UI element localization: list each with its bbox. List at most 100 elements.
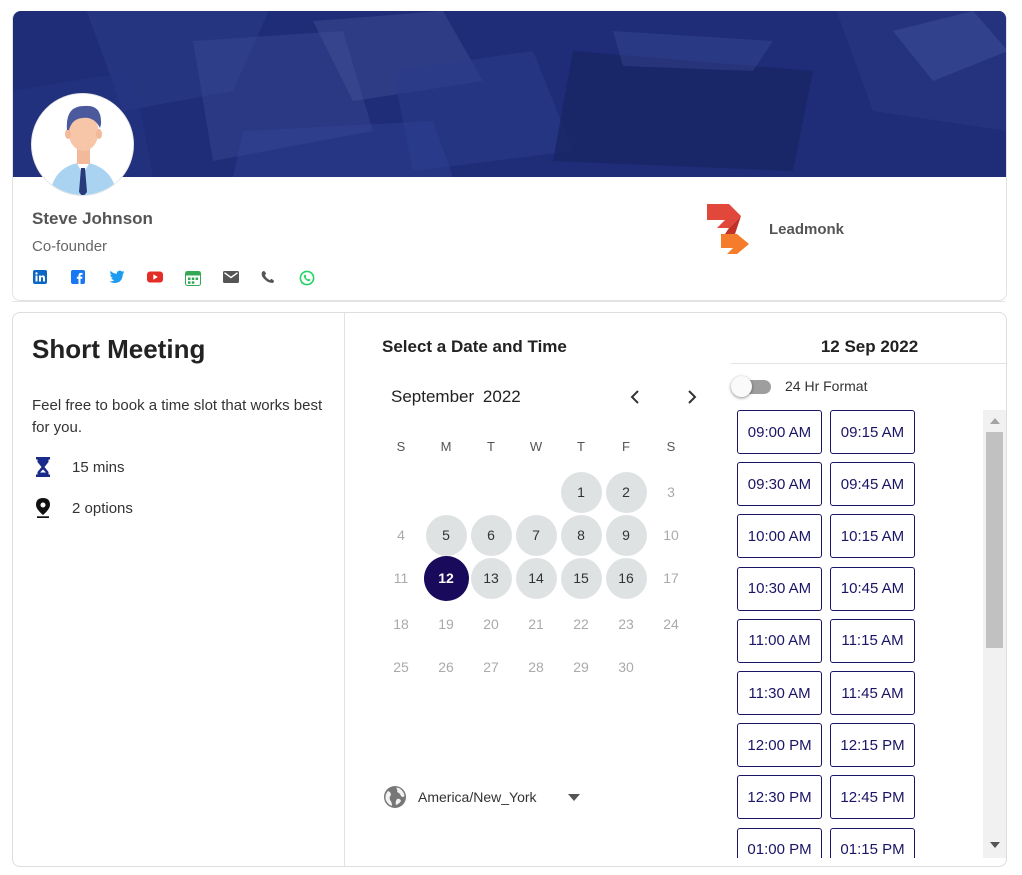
prev-month-button[interactable]: [625, 387, 645, 407]
time-slot-button[interactable]: 12:45 PM: [830, 775, 915, 820]
weekday-header: T: [487, 439, 495, 454]
time-slot-button[interactable]: 09:30 AM: [737, 462, 822, 507]
weekday-header: W: [529, 439, 543, 454]
calendar-day: 19: [438, 616, 454, 632]
company-logo: [707, 204, 749, 254]
calendar-day[interactable]: 14: [515, 557, 557, 599]
24hr-format-toggle[interactable]: [731, 375, 773, 397]
youtube-icon[interactable]: [147, 270, 185, 286]
time-slot-button[interactable]: 12:00 PM: [737, 723, 822, 768]
caret-down-icon: [567, 793, 580, 801]
selected-date-label: 12 Sep 2022: [731, 313, 1006, 364]
calendar-day[interactable]: 2: [605, 471, 647, 513]
time-slot-button[interactable]: 11:45 AM: [830, 671, 915, 715]
time-slot-button[interactable]: 12:15 PM: [830, 723, 915, 768]
location-row: 2 options: [33, 497, 133, 519]
time-slot-button[interactable]: 09:45 AM: [830, 462, 915, 507]
time-slot-list: 09:00 AM 09:15 AM 09:30 AM 09:45 AM 10:00 AM…: [737, 410, 983, 858]
calendar-day: 23: [618, 616, 634, 632]
weekday-header: S: [396, 439, 406, 454]
calendar-day[interactable]: 6: [470, 514, 512, 556]
time-slot-button[interactable]: 12:30 PM: [737, 775, 822, 820]
weekday-header: F: [622, 439, 630, 454]
twitter-icon[interactable]: [109, 270, 147, 286]
profile-name: Steve Johnson: [32, 209, 153, 228]
calendar-day[interactable]: 13: [470, 557, 512, 599]
scroll-down-icon[interactable]: [989, 840, 1001, 850]
time-slot-button[interactable]: 10:15 AM: [830, 514, 915, 559]
profile-title: Co-founder: [32, 238, 108, 255]
meeting-description: Feel free to book a time slot that works…: [32, 397, 323, 436]
meeting-details: Short Meeting Feel free to book a time s…: [13, 313, 345, 866]
slot-scrollbar[interactable]: [983, 410, 1006, 858]
calendar-day: 11: [393, 570, 409, 586]
month-label: September: [391, 387, 475, 406]
hourglass-icon: [33, 456, 53, 478]
calendar-day: 4: [397, 527, 405, 543]
calendar-day[interactable]: 9: [605, 514, 647, 556]
calendar-day: 20: [483, 616, 499, 632]
section-divider: [12, 301, 1005, 302]
calendar-day: 29: [573, 659, 589, 675]
meeting-duration: 15 mins: [72, 458, 125, 476]
time-slot-button[interactable]: 11:30 AM: [737, 671, 822, 715]
calendar-day: 3: [667, 484, 675, 500]
facebook-icon[interactable]: [71, 270, 109, 286]
calendar-day: 18: [393, 616, 409, 632]
month-year-label: September 2022: [391, 387, 521, 407]
weekday-header: S: [666, 439, 676, 454]
time-slot-button[interactable]: 10:30 AM: [737, 566, 822, 611]
calendar-day[interactable]: 1: [560, 471, 602, 513]
calendar-day: 28: [528, 659, 544, 675]
timezone-value: America/New_York: [418, 789, 537, 805]
phone-icon[interactable]: [261, 270, 299, 286]
calendar-day[interactable]: 5: [425, 514, 467, 556]
calendar-day[interactable]: 15: [560, 557, 602, 599]
globe-icon: [384, 786, 406, 808]
weekday-header: T: [577, 439, 585, 454]
location-pin-icon: [33, 497, 53, 519]
format-toggle-row: 24 Hr Format: [731, 375, 867, 397]
time-slot-button[interactable]: 10:00 AM: [737, 514, 822, 559]
linkedin-icon[interactable]: [33, 270, 71, 286]
format-label: 24 Hr Format: [785, 378, 868, 394]
avatar: [31, 93, 134, 196]
profile-card: Steve Johnson Co-founder Leadmonk: [12, 11, 1007, 301]
booking-card: Short Meeting Feel free to book a time s…: [12, 312, 1007, 867]
duration-row: 15 mins: [33, 456, 125, 478]
profile-banner: [13, 11, 1006, 177]
timezone-selector[interactable]: America/New_York: [383, 785, 580, 809]
calendar-day[interactable]: 7: [515, 514, 557, 556]
next-month-button[interactable]: [682, 387, 702, 407]
time-slot-button[interactable]: 11:00 AM: [737, 618, 822, 663]
time-slot-button[interactable]: 11:15 AM: [830, 618, 915, 663]
date-picker: Select a Date and Time September 2022 SM…: [346, 313, 731, 866]
meeting-location: 2 options: [72, 499, 133, 517]
scrollbar-thumb[interactable]: [986, 432, 1003, 648]
weekday-header: M: [440, 439, 452, 454]
social-links: [33, 270, 337, 286]
whatsapp-icon[interactable]: [299, 270, 337, 286]
calendar-day: 22: [573, 616, 589, 632]
company-info: Leadmonk: [707, 204, 844, 254]
email-icon[interactable]: [223, 270, 261, 286]
time-slot-button[interactable]: 01:00 PM: [737, 827, 822, 858]
time-slot-button[interactable]: 01:15 PM: [830, 827, 915, 858]
meeting-title: Short Meeting: [32, 334, 206, 364]
calendar-day: 24: [663, 616, 679, 632]
time-slot-panel: 12 Sep 2022 24 Hr Format 09:00 AM 09:15 A…: [731, 313, 1006, 866]
calendar-icon[interactable]: [185, 270, 223, 286]
time-slot-button[interactable]: 09:00 AM: [737, 410, 822, 454]
chevron-right-icon: [688, 390, 697, 404]
calendar-day[interactable]: 8: [560, 514, 602, 556]
year-label: 2022: [482, 387, 521, 406]
time-slot-button[interactable]: 09:15 AM: [830, 410, 915, 454]
calendar-day: 26: [438, 659, 454, 675]
calendar-day[interactable]: 16: [605, 557, 647, 599]
scroll-up-icon[interactable]: [989, 416, 1001, 426]
company-name: Leadmonk: [769, 220, 845, 238]
calendar-day: 25: [393, 659, 409, 675]
time-slot-button[interactable]: 10:45 AM: [830, 566, 915, 611]
date-time-heading: Select a Date and Time: [382, 337, 567, 356]
calendar-day-selected[interactable]: 12: [423, 555, 469, 601]
